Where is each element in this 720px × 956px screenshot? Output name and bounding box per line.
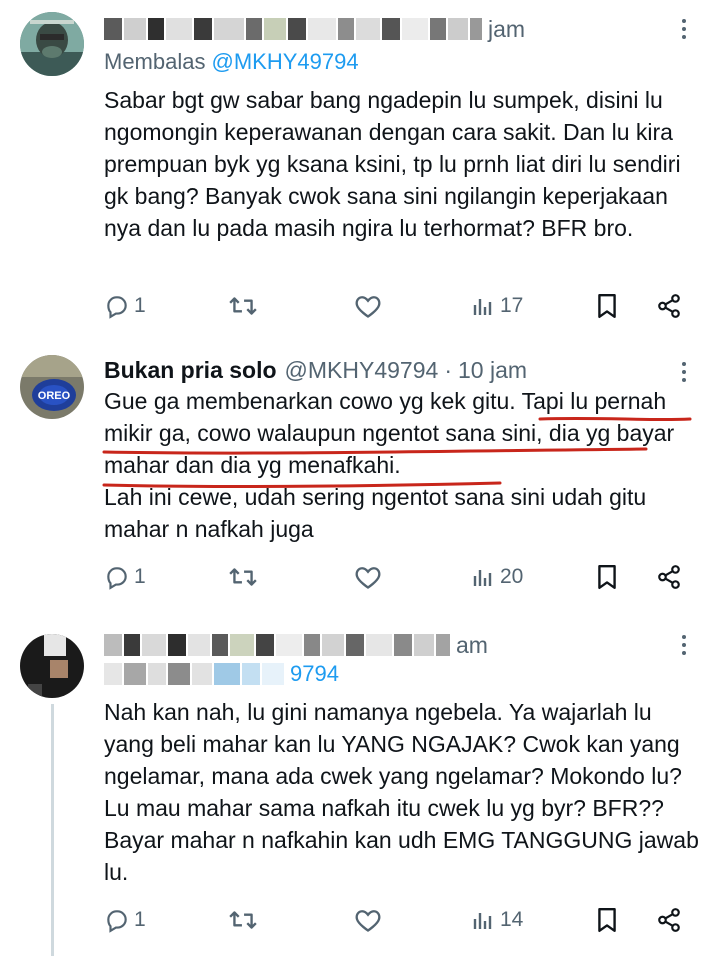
timestamp[interactable]: jam xyxy=(488,16,525,43)
avatar-image xyxy=(20,12,84,76)
reply-button[interactable]: 1 xyxy=(104,286,146,326)
replying-handle-link[interactable]: 9794 xyxy=(290,661,339,687)
replying-label: Membalas xyxy=(104,49,206,74)
timestamp[interactable]: am xyxy=(456,632,488,659)
share-button[interactable] xyxy=(656,286,682,326)
repost-arrows-icon xyxy=(229,297,257,315)
bookmark-button[interactable] xyxy=(596,900,618,940)
reply-count: 1 xyxy=(134,908,146,931)
separator: · xyxy=(444,356,452,383)
heart-icon xyxy=(355,567,381,589)
tweet-3[interactable]: am 9794 Nah kan nah, lu gini namanya nge… xyxy=(0,618,720,956)
tweet-text: Sabar bgt gw sabar bang ngadepin lu sump… xyxy=(104,87,687,241)
redacted-author xyxy=(104,634,450,656)
reply-count: 1 xyxy=(134,565,146,588)
bookmark-icon xyxy=(598,293,616,319)
reply-count: 1 xyxy=(134,294,146,317)
author-name[interactable]: Bukan pria solo xyxy=(104,357,277,384)
heart-icon xyxy=(355,910,381,932)
avatar[interactable] xyxy=(20,12,84,76)
avatar-image: OREO xyxy=(20,355,84,419)
tweet-2[interactable]: OREO Bukan pria solo @MKHY49794 · 10 jam… xyxy=(0,335,720,618)
bookmark-button[interactable] xyxy=(596,557,618,597)
speech-bubble-icon xyxy=(107,567,127,590)
heart-icon xyxy=(355,296,381,318)
more-dots-icon[interactable] xyxy=(674,357,694,387)
replying-to: 9794 xyxy=(104,660,339,688)
like-button[interactable] xyxy=(354,286,386,326)
share-icon xyxy=(658,565,680,589)
timestamp[interactable]: 10 jam xyxy=(458,357,527,384)
speech-bubble-icon xyxy=(107,910,127,933)
author-handle[interactable]: @MKHY49794 xyxy=(285,357,439,384)
more-dots-icon[interactable] xyxy=(674,630,694,660)
views-button[interactable]: 14 xyxy=(472,900,523,940)
avatar-image xyxy=(20,634,84,698)
bar-chart-icon xyxy=(473,913,492,929)
tweet-1[interactable]: jam Membalas @MKHY49794 Sabar bgt gw sab… xyxy=(0,0,720,335)
view-count: 17 xyxy=(500,294,524,317)
bookmark-button[interactable] xyxy=(596,286,618,326)
bookmark-icon xyxy=(598,907,616,933)
tweet-header: jam xyxy=(104,12,660,46)
tweet-actions: 1 17 xyxy=(104,286,694,326)
avatar[interactable] xyxy=(20,634,84,698)
more-dots-icon[interactable] xyxy=(674,14,694,44)
share-button[interactable] xyxy=(656,557,682,597)
share-button[interactable] xyxy=(656,900,682,940)
tweet-header: Bukan pria solo @MKHY49794 · 10 jam xyxy=(104,353,660,387)
redacted-replying-label xyxy=(104,663,284,685)
tweet-text: Nah kan nah, lu gini namanya ngebela. Ya… xyxy=(104,699,706,885)
views-button[interactable]: 17 xyxy=(472,286,523,326)
tweet-actions: 1 20 xyxy=(104,557,694,597)
view-count: 20 xyxy=(500,565,524,588)
share-icon xyxy=(658,294,680,318)
speech-bubble-icon xyxy=(107,296,127,319)
bar-chart-icon xyxy=(473,570,492,586)
replying-to: Membalas @MKHY49794 xyxy=(104,48,359,76)
repost-button[interactable] xyxy=(228,557,262,597)
reply-button[interactable]: 1 xyxy=(104,900,146,940)
repost-arrows-icon xyxy=(229,911,257,929)
bookmark-icon xyxy=(598,564,616,590)
like-button[interactable] xyxy=(354,557,386,597)
tweet-header: am xyxy=(104,628,660,662)
tweet-actions: 1 14 xyxy=(104,900,694,940)
avatar[interactable]: OREO xyxy=(20,355,84,419)
repost-button[interactable] xyxy=(228,286,262,326)
replying-handle-link[interactable]: @MKHY49794 xyxy=(211,49,358,75)
tweet-text: Gue ga membenarkan cowo yg kek gitu. Tap… xyxy=(104,388,675,542)
avatar-logo-text: OREO xyxy=(38,390,71,402)
bar-chart-icon xyxy=(473,299,492,315)
repost-arrows-icon xyxy=(229,568,257,586)
views-button[interactable]: 20 xyxy=(472,557,523,597)
share-icon xyxy=(658,908,680,932)
like-button[interactable] xyxy=(354,900,386,940)
reply-button[interactable]: 1 xyxy=(104,557,146,597)
view-count: 14 xyxy=(500,908,524,931)
thread-line xyxy=(51,704,54,956)
repost-button[interactable] xyxy=(228,900,262,940)
redacted-author xyxy=(104,18,482,40)
